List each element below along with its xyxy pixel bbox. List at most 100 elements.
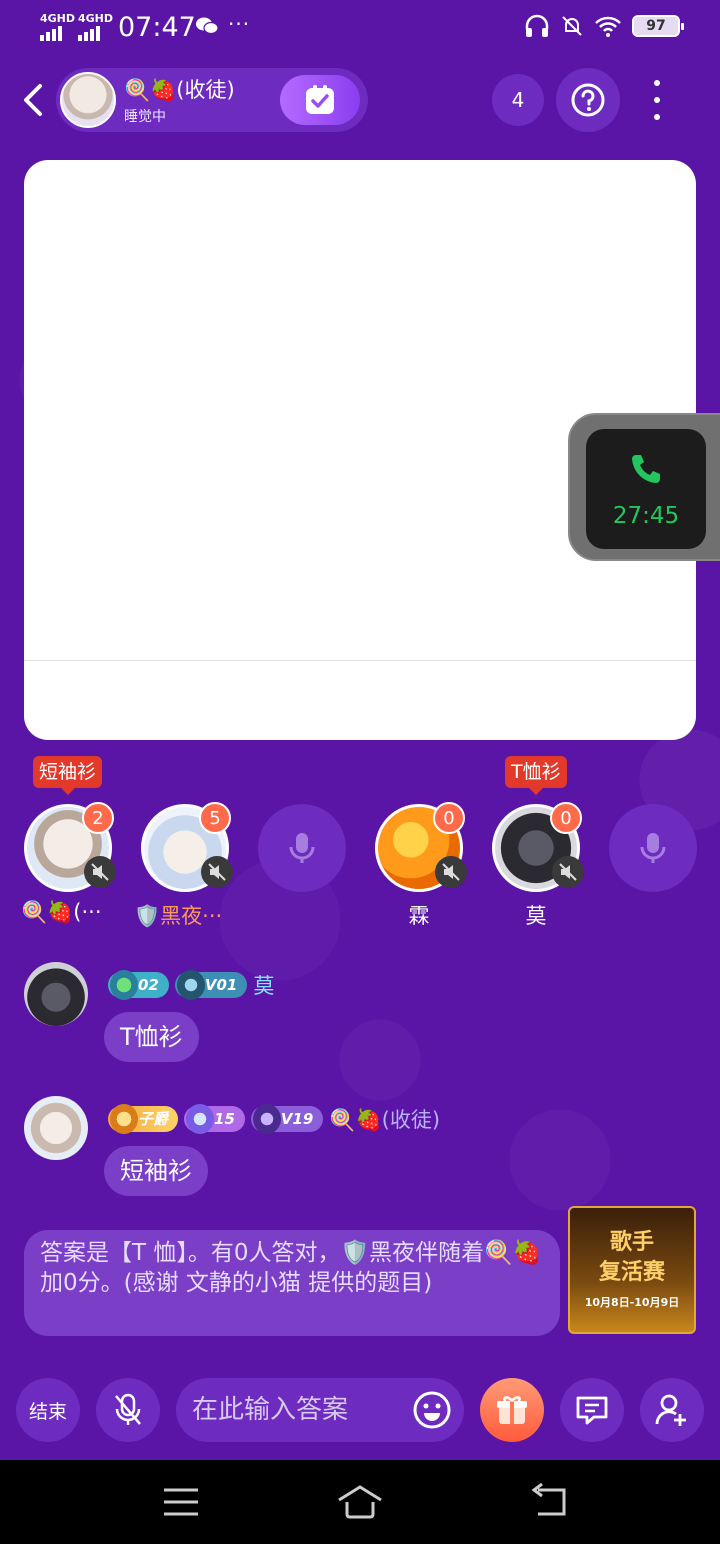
vip-badge: V19 — [250, 1104, 324, 1134]
seat-name-1: 🍭🍓(··· — [21, 900, 102, 924]
emoji-icon[interactable] — [410, 1388, 454, 1432]
end-button[interactable]: 结束 — [16, 1378, 80, 1442]
microphone-icon — [640, 833, 666, 863]
gift-icon — [497, 1396, 527, 1424]
help-button[interactable] — [556, 68, 620, 132]
promo-banner[interactable]: 歌手 复活赛 10月8日-10月9日 — [568, 1206, 696, 1334]
avatar[interactable] — [24, 1096, 88, 1160]
seat-2[interactable]: 5 — [141, 802, 233, 892]
mic-off-icon — [115, 1393, 141, 1425]
score-badge: 0 — [550, 802, 582, 834]
seat-6-empty[interactable] — [609, 804, 697, 892]
checked-calendar-icon — [306, 85, 334, 114]
crown-icon — [110, 1104, 138, 1134]
message-icon — [576, 1396, 608, 1425]
level-value: 15 — [214, 1110, 235, 1128]
status-icons: 97 — [524, 14, 684, 38]
seat-name-4: 霖 — [408, 904, 430, 928]
host-avatar[interactable] — [60, 72, 116, 128]
signal-2: 4GHD — [78, 12, 113, 41]
gem-icon — [110, 970, 138, 1000]
system-message: 答案是【T 恤】。有0人答对，🛡️黑夜伴随着🍭🍓加0分。(感谢 文静的小猫 提供… — [24, 1230, 560, 1336]
level-value: 02 — [138, 976, 159, 994]
online-count-button[interactable]: 4 — [492, 74, 544, 126]
dot-icon — [654, 80, 660, 86]
promo-title: 歌手 复活赛 — [570, 1228, 694, 1288]
score-badge: 5 — [199, 802, 231, 834]
signal-bars-icon — [40, 26, 75, 41]
headphones-icon — [525, 14, 549, 37]
muted-speaker-icon — [552, 856, 584, 888]
floating-call-widget[interactable]: 27:45 — [568, 413, 720, 561]
status-bar: 4GHD 4GHD 07:47 ··· 97 — [0, 0, 720, 58]
back-button[interactable] — [18, 82, 48, 118]
host-info[interactable]: 🍭🍓(收徒) 睡觉中 — [56, 68, 368, 132]
more-options-button[interactable] — [640, 80, 674, 120]
host-name: 🍭🍓(收徒) — [124, 78, 235, 102]
canvas-divider — [24, 660, 696, 661]
promo-title-line2: 复活赛 — [598, 1260, 665, 1285]
signal-1: 4GHD — [40, 12, 75, 41]
score-badge: 2 — [82, 802, 114, 834]
noble-value: 子爵 — [138, 1110, 169, 1128]
more-notifications: ··· — [228, 12, 251, 36]
battery-indicator: 97 — [632, 15, 684, 37]
back-nav-icon[interactable] — [524, 1482, 574, 1522]
vip-value: V19 — [280, 1110, 314, 1128]
invite-button[interactable] — [640, 1378, 704, 1442]
gem-icon — [252, 1104, 281, 1134]
avatar[interactable] — [24, 962, 88, 1026]
signal-bars-icon — [78, 26, 113, 41]
chat-button[interactable] — [560, 1378, 624, 1442]
message-meta: 02 V01 莫 — [108, 970, 274, 1000]
phone-icon — [632, 455, 660, 483]
help-icon — [571, 83, 605, 117]
seat-answer-tag-5: T恤衫 — [505, 756, 567, 795]
system-navigation-bar — [0, 1460, 720, 1544]
vip-badge: V01 — [174, 970, 248, 1000]
mic-toggle-button[interactable] — [96, 1378, 160, 1442]
empty-seat[interactable] — [258, 804, 346, 892]
muted-speaker-icon — [435, 856, 467, 888]
wifi-icon — [595, 16, 621, 37]
call-card[interactable]: 27:45 — [586, 429, 706, 549]
dot-icon — [654, 97, 660, 103]
gem-icon — [176, 970, 205, 1000]
seat-4[interactable]: 0 — [375, 802, 467, 892]
muted-speaker-icon — [84, 856, 116, 888]
home-icon[interactable] — [335, 1482, 385, 1522]
call-duration: 27:45 — [612, 503, 680, 529]
star-icon — [186, 1104, 215, 1134]
network-type-2: 4GHD — [78, 12, 114, 25]
sender-name: 莫 — [253, 974, 275, 998]
mute-notification-icon — [562, 16, 582, 36]
noble-badge: 子爵 — [108, 1104, 179, 1134]
promo-title-line1: 歌手 — [609, 1230, 654, 1255]
message-meta: 子爵 15 V19 🍭🍓(收徒) — [108, 1104, 440, 1134]
clock: 07:47 — [118, 12, 196, 43]
wechat-icon — [196, 17, 218, 35]
message-bubble: 短袖衫 — [104, 1146, 208, 1196]
add-user-icon — [655, 1394, 686, 1426]
seat-1[interactable]: 2 — [24, 802, 116, 892]
follow-button[interactable] — [280, 75, 360, 125]
dot-icon — [654, 114, 660, 120]
muted-speaker-icon — [201, 856, 233, 888]
gift-button[interactable] — [480, 1378, 544, 1442]
message-bubble: T恤衫 — [104, 1012, 199, 1062]
seat-name-5: 莫 — [525, 904, 547, 928]
empty-seat[interactable] — [609, 804, 697, 892]
network-type-1: 4GHD — [40, 12, 76, 25]
level-badge: 15 — [184, 1104, 245, 1134]
level-badge: 02 — [108, 970, 169, 1000]
promo-date: 10月8日-10月9日 — [584, 1296, 680, 1309]
seat-5[interactable]: 0 — [492, 802, 584, 892]
microphone-icon — [289, 833, 315, 863]
menu-icon[interactable] — [156, 1482, 206, 1522]
seat-answer-tag-1: 短袖衫 — [33, 756, 103, 795]
score-badge: 0 — [433, 802, 465, 834]
sender-name: 🍭🍓(收徒) — [329, 1108, 441, 1132]
seat-name-2: 🛡️黑夜··· — [134, 904, 223, 928]
seat-3-empty[interactable] — [258, 804, 346, 892]
host-status: 睡觉中 — [124, 109, 166, 125]
